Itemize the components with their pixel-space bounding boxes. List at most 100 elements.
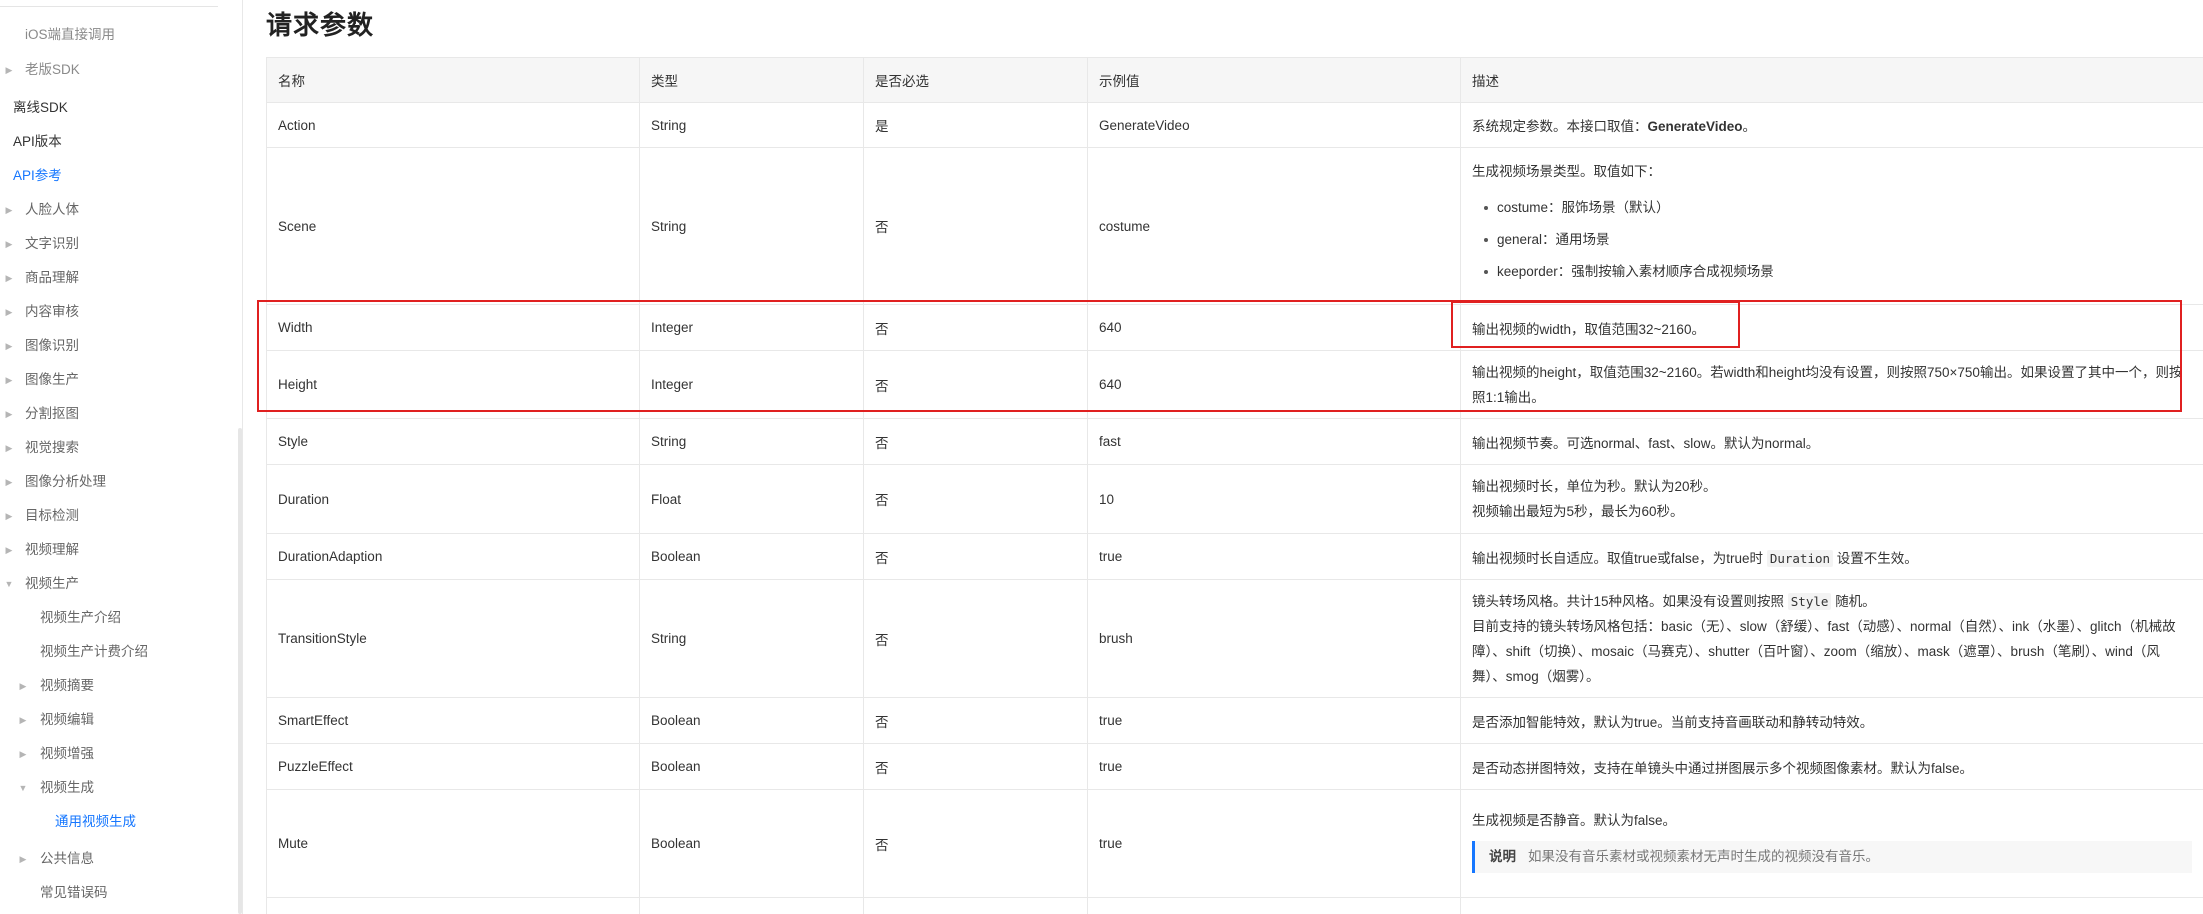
col-header-name: 名称 <box>266 57 640 103</box>
col-header-example: 示例值 <box>1087 57 1461 103</box>
param-name: Scene <box>266 147 640 305</box>
sidebar-item-23[interactable]: 通用视频生成 <box>0 805 235 839</box>
sidebar-item-14[interactable]: ▶ 目标检测 <box>0 499 235 533</box>
sidebar-scrollbar[interactable] <box>238 428 242 914</box>
table-header-row: 名称 类型 是否必选 示例值 描述 <box>266 57 2203 103</box>
desc-text-2: 目前支持的镜头转场风格包括：basic（无）、slow（舒缓）、fast（动感）… <box>1472 618 2176 684</box>
param-name: TransitionStyle <box>266 579 640 698</box>
sidebar-item-12[interactable]: ▶ 视觉搜索 <box>0 431 235 465</box>
sidebar-item-0[interactable]: iOS端直接调用 <box>0 18 235 52</box>
desc-text-end: 。 <box>1742 119 1757 134</box>
sidebar-item-24[interactable]: ▶ 公共信息 <box>0 842 235 876</box>
caret-right-icon[interactable]: ▶ <box>18 737 28 771</box>
sidebar-item-label: 视频编辑 <box>40 712 94 727</box>
sidebar-item-21[interactable]: ▶ 视频增强 <box>0 737 235 771</box>
caret-down-icon[interactable]: ▼ <box>4 567 14 601</box>
param-name: SmartEffect <box>266 697 640 744</box>
caret-right-icon[interactable]: ▶ <box>18 669 28 703</box>
param-type: Boolean <box>639 743 864 790</box>
sidebar-item-label: 通用视频生成 <box>55 814 136 829</box>
caret-right-icon[interactable]: ▶ <box>4 193 14 227</box>
note-callout: 说明 如果没有音乐素材或视频素材无声时生成的视频没有音乐。 <box>1472 841 2192 873</box>
param-type: Boolean <box>639 533 864 580</box>
desc-text-end: 设置不生效。 <box>1836 550 1918 566</box>
param-example: true <box>1087 743 1461 790</box>
param-type: String <box>639 418 864 465</box>
sidebar-item-15[interactable]: ▶ 视频理解 <box>0 533 235 567</box>
param-description: 镜头转场风格。共计15种风格。如果没有设置则按照 Style 随机。 目前支持的… <box>1460 579 2203 698</box>
caret-right-icon[interactable]: ▶ <box>18 842 28 876</box>
sidebar-item-3[interactable]: API版本 <box>0 125 235 159</box>
sidebar-item-5[interactable]: ▶ 人脸人体 <box>0 193 235 227</box>
sidebar-item-2[interactable]: 离线SDK <box>0 91 235 125</box>
desc-bold-value: GenerateVideo <box>1647 119 1743 134</box>
param-required: 否 <box>863 697 1088 744</box>
table-row-durationadaption: DurationAdaption Boolean 否 true 输出视频时长自适… <box>266 533 2203 580</box>
param-description: 生成视频是否静音。默认为false。 说明 如果没有音乐素材或视频素材无声时生成的… <box>1460 789 2203 898</box>
caret-right-icon[interactable]: ▶ <box>4 465 14 499</box>
sidebar-item-label: 老版SDK <box>25 62 80 77</box>
sidebar-item-19[interactable]: ▶ 视频摘要 <box>0 669 235 703</box>
col-header-type: 类型 <box>639 57 864 103</box>
sidebar-item-16[interactable]: ▼ 视频生产 <box>0 567 235 601</box>
sidebar-item-label: 图像生产 <box>25 372 79 387</box>
sidebar-item-1[interactable]: ▶ 老版SDK <box>0 53 235 87</box>
caret-down-icon[interactable]: ▼ <box>18 771 28 805</box>
sidebar-item-10[interactable]: ▶ 图像生产 <box>0 363 235 397</box>
sidebar-item-13[interactable]: ▶ 图像分析处理 <box>0 465 235 499</box>
param-example: 640 <box>1087 304 1461 351</box>
param-required: 否 <box>863 579 1088 698</box>
sidebar-item-4[interactable]: API参考 <box>0 159 235 193</box>
caret-right-icon[interactable]: ▶ <box>4 397 14 431</box>
caret-right-icon[interactable]: ▶ <box>4 431 14 465</box>
param-type: String <box>639 147 864 305</box>
desc-list: costume：服饰场景（默认） general：通用场景 keeporder：… <box>1472 192 2192 288</box>
sidebar-item-18[interactable]: 视频生产计费介绍 <box>0 635 235 669</box>
sidebar-item-9[interactable]: ▶ 图像识别 <box>0 329 235 363</box>
table-row <box>266 897 2203 914</box>
sidebar-item-label: 常见错误码 <box>40 885 108 900</box>
sidebar-item-6[interactable]: ▶ 文字识别 <box>0 227 235 261</box>
caret-right-icon[interactable]: ▶ <box>4 533 14 567</box>
sidebar-item-20[interactable]: ▶ 视频编辑 <box>0 703 235 737</box>
caret-right-icon[interactable]: ▶ <box>4 363 14 397</box>
sidebar-item-label: 人脸人体 <box>25 202 79 217</box>
caret-right-icon[interactable]: ▶ <box>4 53 14 87</box>
col-header-required: 是否必选 <box>863 57 1088 103</box>
caret-right-icon[interactable]: ▶ <box>4 499 14 533</box>
inline-code: Style <box>1787 592 1832 610</box>
sidebar-item-17[interactable]: 视频生产介绍 <box>0 601 235 635</box>
param-type: String <box>639 579 864 698</box>
param-description: 系统规定参数。本接口取值：GenerateVideo。 <box>1460 102 2203 148</box>
caret-right-icon[interactable]: ▶ <box>4 329 14 363</box>
sidebar-item-label: 商品理解 <box>25 270 79 285</box>
param-required: 否 <box>863 789 1088 898</box>
param-description: 是否添加智能特效，默认为true。当前支持音画联动和静转动特效。 <box>1460 697 2203 744</box>
param-description: 输出视频时长，单位为秒。默认为20秒。 视频输出最短为5秒，最长为60秒。 <box>1460 464 2203 534</box>
param-description: 是否动态拼图特效，支持在单镜头中通过拼图展示多个视频图像素材。默认为false。 <box>1460 743 2203 790</box>
param-type: Float <box>639 464 864 534</box>
list-item: keeporder：强制按输入素材顺序合成视频场景 <box>1484 256 2192 288</box>
sidebar-item-label: 图像识别 <box>25 338 79 353</box>
sidebar-item-22[interactable]: ▼ 视频生成 <box>0 771 235 805</box>
sidebar-item-label: 视频增强 <box>40 746 94 761</box>
param-example: fast <box>1087 418 1461 465</box>
caret-right-icon[interactable]: ▶ <box>4 227 14 261</box>
param-name: Width <box>266 304 640 351</box>
table-row-width: Width Integer 否 640 输出视频的width，取值范围32~21… <box>266 304 2203 351</box>
param-required: 否 <box>863 533 1088 580</box>
sidebar-item-8[interactable]: ▶ 内容审核 <box>0 295 235 329</box>
caret-right-icon[interactable]: ▶ <box>18 703 28 737</box>
sidebar-item-25[interactable]: 常见错误码 <box>0 876 235 910</box>
sidebar-item-label: 视频摘要 <box>40 678 94 693</box>
param-required: 否 <box>863 743 1088 790</box>
param-required: 否 <box>863 304 1088 351</box>
table-row-mute: Mute Boolean 否 true 生成视频是否静音。默认为false。 说… <box>266 789 2203 898</box>
caret-right-icon[interactable]: ▶ <box>4 295 14 329</box>
sidebar-item-11[interactable]: ▶ 分割抠图 <box>0 397 235 431</box>
desc-text-end: 随机。 <box>1835 593 1876 609</box>
divider <box>0 6 218 7</box>
table-row-smarteffect: SmartEffect Boolean 否 true 是否添加智能特效，默认为t… <box>266 697 2203 744</box>
sidebar-item-7[interactable]: ▶ 商品理解 <box>0 261 235 295</box>
caret-right-icon[interactable]: ▶ <box>4 261 14 295</box>
